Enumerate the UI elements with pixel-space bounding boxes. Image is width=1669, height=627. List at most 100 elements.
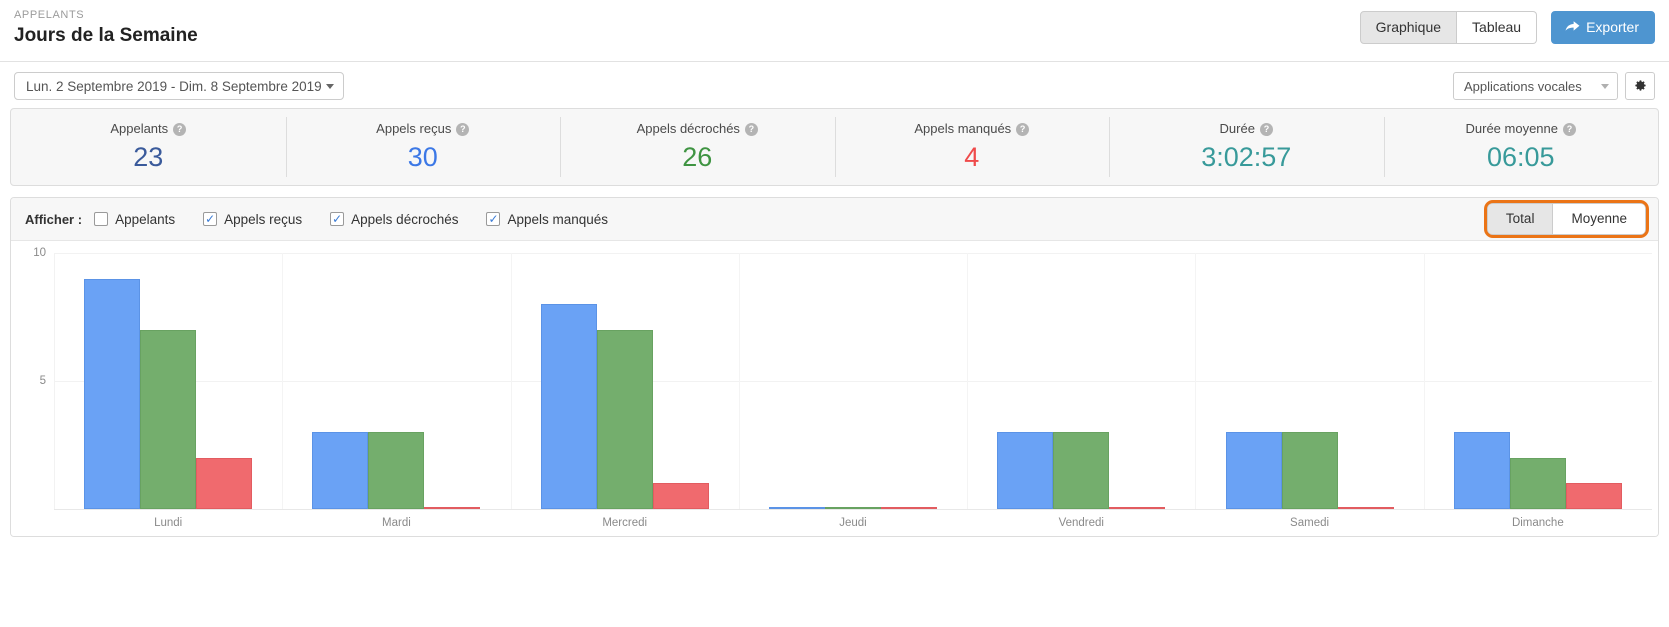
checkbox-label: Appels manqués bbox=[507, 211, 609, 227]
x-axis-tick-label: Mardi bbox=[382, 517, 411, 529]
gear-icon bbox=[1633, 77, 1647, 96]
help-icon[interactable]: ? bbox=[744, 122, 758, 136]
bar[interactable] bbox=[1453, 432, 1510, 509]
bar-group: Samedi bbox=[1195, 253, 1423, 529]
chevron-down-icon bbox=[1601, 83, 1609, 89]
bar[interactable] bbox=[1281, 432, 1338, 509]
bar[interactable] bbox=[1565, 483, 1622, 509]
chart-toolbar: Afficher : Appelants ✓ Appels reçus ✓ Ap… bbox=[11, 198, 1658, 241]
bar[interactable] bbox=[84, 278, 141, 509]
checkbox-box[interactable]: ✓ bbox=[486, 212, 501, 226]
vertical-gridline bbox=[1195, 253, 1197, 509]
checkbox-appels-manques[interactable]: ✓ Appels manqués bbox=[486, 212, 608, 227]
kpi-label: Durée ? bbox=[1220, 121, 1273, 137]
chart-panel: Afficher : Appelants ✓ Appels reçus ✓ Ap… bbox=[10, 197, 1659, 537]
kpi-label: Appelants ? bbox=[110, 121, 187, 137]
x-axis-tick-label: Vendredi bbox=[1058, 517, 1104, 529]
bar[interactable] bbox=[596, 329, 653, 509]
bar[interactable] bbox=[140, 329, 197, 509]
checkbox-box[interactable]: ✓ bbox=[203, 212, 218, 226]
checkbox-box[interactable] bbox=[94, 212, 109, 226]
help-icon[interactable]: ? bbox=[1016, 122, 1030, 136]
bar-group: Lundi bbox=[54, 253, 282, 529]
help-icon[interactable]: ? bbox=[1563, 122, 1576, 136]
filter-bar-right: Applications vocales bbox=[1453, 72, 1655, 100]
aggregate-toggle: Total Moyenne bbox=[1483, 200, 1650, 238]
weekday-report-page: APPELANTS Jours de la Semaine Graphique … bbox=[0, 0, 1669, 627]
x-axis-tick-label: Mercredi bbox=[602, 517, 648, 529]
tab-graphique[interactable]: Graphique bbox=[1359, 11, 1458, 44]
bar[interactable] bbox=[1225, 432, 1282, 509]
kpi-appelants: Appelants ? 23 bbox=[11, 109, 286, 185]
date-range-value: Lun. 2 Septembre 2019 - Dim. 8 Septembre… bbox=[26, 78, 322, 94]
vertical-gridline bbox=[967, 253, 969, 509]
x-axis-tick-label: Lundi bbox=[154, 517, 183, 529]
share-icon bbox=[1565, 20, 1580, 34]
kpi-value: 06:05 bbox=[1486, 142, 1555, 172]
kpi-value: 23 bbox=[133, 142, 164, 172]
source-select-value: Applications vocales bbox=[1464, 78, 1582, 94]
source-select[interactable]: Applications vocales bbox=[1453, 72, 1618, 100]
checkbox-box[interactable]: ✓ bbox=[330, 212, 345, 226]
checkbox-appels-decroches[interactable]: ✓ Appels décrochés bbox=[330, 212, 458, 227]
bar[interactable] bbox=[1509, 457, 1566, 509]
checkbox-label: Appels reçus bbox=[224, 211, 303, 227]
view-mode-toggle: Graphique Tableau bbox=[1359, 11, 1538, 44]
vertical-gridline bbox=[1423, 253, 1425, 509]
bar[interactable] bbox=[652, 483, 709, 509]
kpi-value: 4 bbox=[964, 142, 980, 172]
bar-chart: 5 10 Lundi Mardi Mercredi Jeudi Vendredi Samedi… bbox=[11, 241, 1658, 536]
plot-area: 5 10 Lundi Mardi Mercredi Jeudi Vendredi Samedi… bbox=[33, 247, 1652, 529]
kpi-appels-manques: Appels manqués ? 4 bbox=[834, 109, 1110, 185]
kpi-duree: Durée ? 3:02:57 bbox=[1109, 109, 1384, 185]
vertical-gridline bbox=[510, 253, 512, 509]
kpi-appels-decroches: Appels décrochés ? 26 bbox=[560, 109, 835, 185]
export-label: Exporter bbox=[1586, 19, 1639, 35]
kpi-panel: Appelants ? 23 Appels reçus ? 30 Appels … bbox=[10, 108, 1659, 186]
help-icon[interactable]: ? bbox=[1259, 122, 1273, 136]
x-axis-tick-label: Dimanche bbox=[1511, 517, 1564, 529]
date-range-picker[interactable]: Lun. 2 Septembre 2019 - Dim. 8 Septembre… bbox=[14, 72, 344, 100]
checkbox-label: Appelants bbox=[115, 211, 176, 227]
vertical-gridline bbox=[282, 253, 284, 509]
tab-tableau[interactable]: Tableau bbox=[1457, 11, 1538, 44]
x-axis-tick-label: Samedi bbox=[1290, 517, 1330, 529]
vertical-gridline bbox=[738, 253, 740, 509]
kpi-duree-moyenne: Durée moyenne ? 06:05 bbox=[1383, 109, 1659, 185]
toggle-moyenne[interactable]: Moyenne bbox=[1553, 203, 1646, 235]
bar[interactable] bbox=[368, 432, 425, 509]
header-actions: Graphique Tableau Exporter bbox=[1359, 11, 1655, 44]
afficher-label: Afficher : bbox=[25, 211, 83, 227]
kpi-label: Durée moyenne ? bbox=[1466, 121, 1576, 137]
bar-group: Vendredi bbox=[967, 253, 1195, 529]
bar[interactable] bbox=[1053, 432, 1110, 509]
chevron-down-icon bbox=[326, 83, 334, 89]
filter-bar: Lun. 2 Septembre 2019 - Dim. 8 Septembre… bbox=[0, 62, 1669, 108]
checkbox-appels-recus[interactable]: ✓ Appels reçus bbox=[203, 212, 302, 227]
bar-groups: Lundi Mardi Mercredi Jeudi Vendredi Samedi Dim… bbox=[54, 253, 1652, 529]
settings-button[interactable] bbox=[1625, 72, 1655, 100]
toggle-total[interactable]: Total bbox=[1486, 203, 1554, 235]
y-axis-tick-label: 10 bbox=[33, 247, 46, 259]
help-icon[interactable]: ? bbox=[456, 122, 470, 136]
bar-group: Mercredi bbox=[511, 253, 739, 529]
bar-group: Mardi bbox=[282, 253, 510, 529]
kpi-label: Appels décrochés ? bbox=[637, 121, 758, 137]
kpi-label: Appels reçus ? bbox=[376, 121, 470, 137]
bar[interactable] bbox=[312, 432, 369, 509]
help-icon[interactable]: ? bbox=[173, 122, 187, 136]
bar-group: Dimanche bbox=[1424, 253, 1652, 529]
kpi-value: 26 bbox=[682, 142, 713, 172]
bar[interactable] bbox=[196, 457, 253, 509]
page-header: APPELANTS Jours de la Semaine Graphique … bbox=[0, 0, 1669, 62]
bar[interactable] bbox=[540, 304, 597, 509]
bar-group: Jeudi bbox=[739, 253, 967, 529]
export-button[interactable]: Exporter bbox=[1551, 11, 1655, 44]
x-axis-tick-label: Jeudi bbox=[839, 517, 867, 529]
y-axis-tick-label: 5 bbox=[39, 375, 46, 387]
checkbox-appelants[interactable]: Appelants bbox=[94, 212, 175, 227]
kpi-appels-recus: Appels reçus ? 30 bbox=[285, 109, 561, 185]
bar[interactable] bbox=[997, 432, 1054, 509]
kpi-value: 30 bbox=[407, 142, 438, 172]
kpi-label: Appels manqués ? bbox=[914, 121, 1030, 137]
